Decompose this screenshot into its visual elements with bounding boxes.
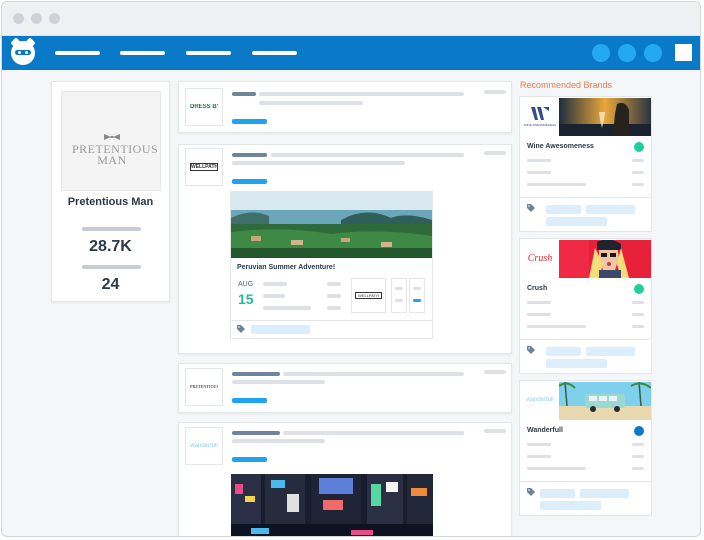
nav-link-4[interactable] [252,51,297,55]
tag-pill[interactable] [546,359,607,368]
recommended-brands-title: Recommended Brands [520,80,613,90]
event-title: Peruvian Summer Adventure! [237,264,336,271]
tag-icon [527,346,535,354]
nav-icon-1[interactable] [592,44,610,62]
stat-label-1 [82,227,141,231]
post-image [231,474,433,536]
event-brand-logo[interactable]: WELLPATH [351,278,386,313]
feed-post[interactable]: wanderfull [178,422,512,536]
stat-label-2 [82,265,141,269]
post-link[interactable] [232,179,267,184]
tag-pill[interactable] [540,489,575,498]
post-brand-logo[interactable]: DRESS BY GALA [185,88,223,126]
event-option[interactable] [391,278,407,313]
event-card[interactable]: Peruvian Summer Adventure! AUG 15 WELLPA… [230,191,433,339]
avatar[interactable] [675,44,692,61]
feed-post[interactable]: DRESS BY GALA [178,81,512,133]
window-dot-close[interactable] [13,13,24,24]
brand-image [559,382,651,420]
brand-name: Wanderfull [527,427,563,434]
tag-pill[interactable] [251,325,310,334]
tag-pill[interactable] [586,347,635,356]
brand-logo: wanderfull [521,382,559,420]
wine-logo-icon [531,107,549,120]
tag-pill[interactable] [586,205,635,214]
stat-value-1: 28.7K [89,238,132,255]
brand-card[interactable]: wanderfull Wanderfull [519,380,652,516]
tag-pill[interactable] [540,501,601,510]
tag-icon [237,325,245,333]
nav-link-2[interactable] [120,51,165,55]
profile-image: PRETENTIOUS MAN [61,91,161,191]
browser-window: PRETENTIOUS MAN Pretentious Man 28.7K 24… [1,1,701,537]
post-brand-logo[interactable]: wanderfull [185,427,223,465]
tag-pill[interactable] [580,489,629,498]
brand-card[interactable]: WINE AWESOMENESS Wine Awesomeness [519,96,652,232]
tag-icon [527,488,535,496]
profile-logo-text: PRETENTIOUS MAN [72,142,159,167]
brand-logo: Crush [521,240,559,278]
tag-pill[interactable] [546,205,581,214]
stat-value-2: 24 [101,276,120,293]
nav-icon-2[interactable] [618,44,636,62]
event-month: AUG [238,281,254,288]
brand-follow-button[interactable] [634,142,644,152]
brand-follow-button[interactable] [634,284,644,294]
post-brand-logo[interactable]: WELLPATH [185,148,223,186]
tag-pill[interactable] [546,217,607,226]
event-image [231,192,432,258]
nav-link-1[interactable] [55,51,100,55]
brand-card[interactable]: Crush Crush [519,238,652,374]
post-link[interactable] [232,119,267,124]
brand-follow-button[interactable] [634,426,644,436]
brand-image [559,240,651,278]
brand-name: Crush [527,285,548,292]
brand-name: Wine Awesomeness [527,143,594,150]
tag-icon [527,204,535,212]
window-titlebar [2,2,700,36]
post-brand-logo[interactable]: PRETENTIOUS MAN [185,368,223,406]
tag-pill[interactable] [546,347,581,356]
nav-icon-3[interactable] [644,44,662,62]
profile-name: Pretentious Man [67,196,154,208]
feed-post[interactable]: WELLPATH Peruvian Summer Adventure! AUG … [178,144,512,354]
top-navbar [2,36,700,70]
brand-image [559,98,651,136]
post-link[interactable] [232,457,267,462]
profile-card: PRETENTIOUS MAN Pretentious Man 28.7K 24 [51,81,170,302]
brand-logo: WINE AWESOMENESS [521,98,559,136]
nav-link-3[interactable] [186,51,231,55]
app-logo-icon[interactable] [10,37,36,65]
event-option[interactable] [409,278,425,313]
feed-post[interactable]: PRETENTIOUS MAN [178,363,512,413]
window-dot-minimize[interactable] [31,13,42,24]
post-link[interactable] [232,398,267,403]
window-dot-maximize[interactable] [49,13,60,24]
bowtie-icon [104,134,120,140]
event-day: 15 [238,291,254,307]
